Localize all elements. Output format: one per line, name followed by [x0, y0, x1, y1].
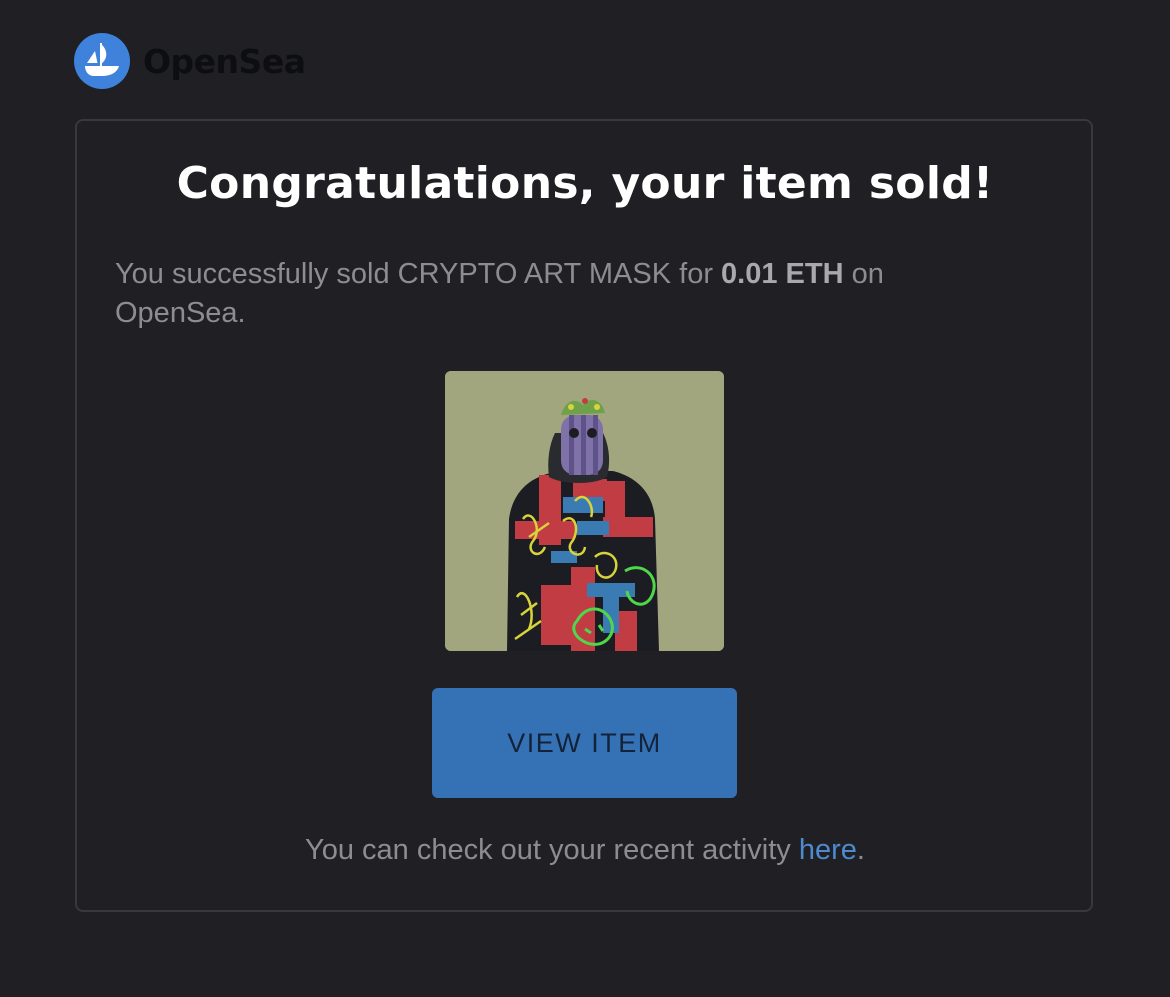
sale-message: You successfully sold CRYPTO ART MASK fo…: [115, 255, 1015, 333]
footer-prefix: You can check out your recent activity: [305, 834, 799, 866]
activity-footer: You can check out your recent activity h…: [0, 834, 1170, 867]
brand-name: OpenSea: [143, 41, 306, 81]
nft-artwork-masked-figure: [445, 371, 724, 651]
activity-link[interactable]: here: [799, 834, 857, 866]
email-page: OpenSea Congratulations, your item sold!…: [0, 0, 1170, 997]
opensea-boat-icon: [74, 33, 130, 89]
message-prefix: You successfully sold CRYPTO ART MASK fo…: [115, 258, 722, 290]
footer-suffix: .: [856, 834, 865, 866]
sale-price: 0.01 ETH: [721, 258, 844, 290]
email-title: Congratulations, your item sold!: [176, 158, 994, 209]
opensea-logo[interactable]: OpenSea: [74, 33, 306, 89]
nft-artwork-image[interactable]: [445, 371, 724, 651]
view-item-button[interactable]: VIEW ITEM: [432, 688, 737, 798]
